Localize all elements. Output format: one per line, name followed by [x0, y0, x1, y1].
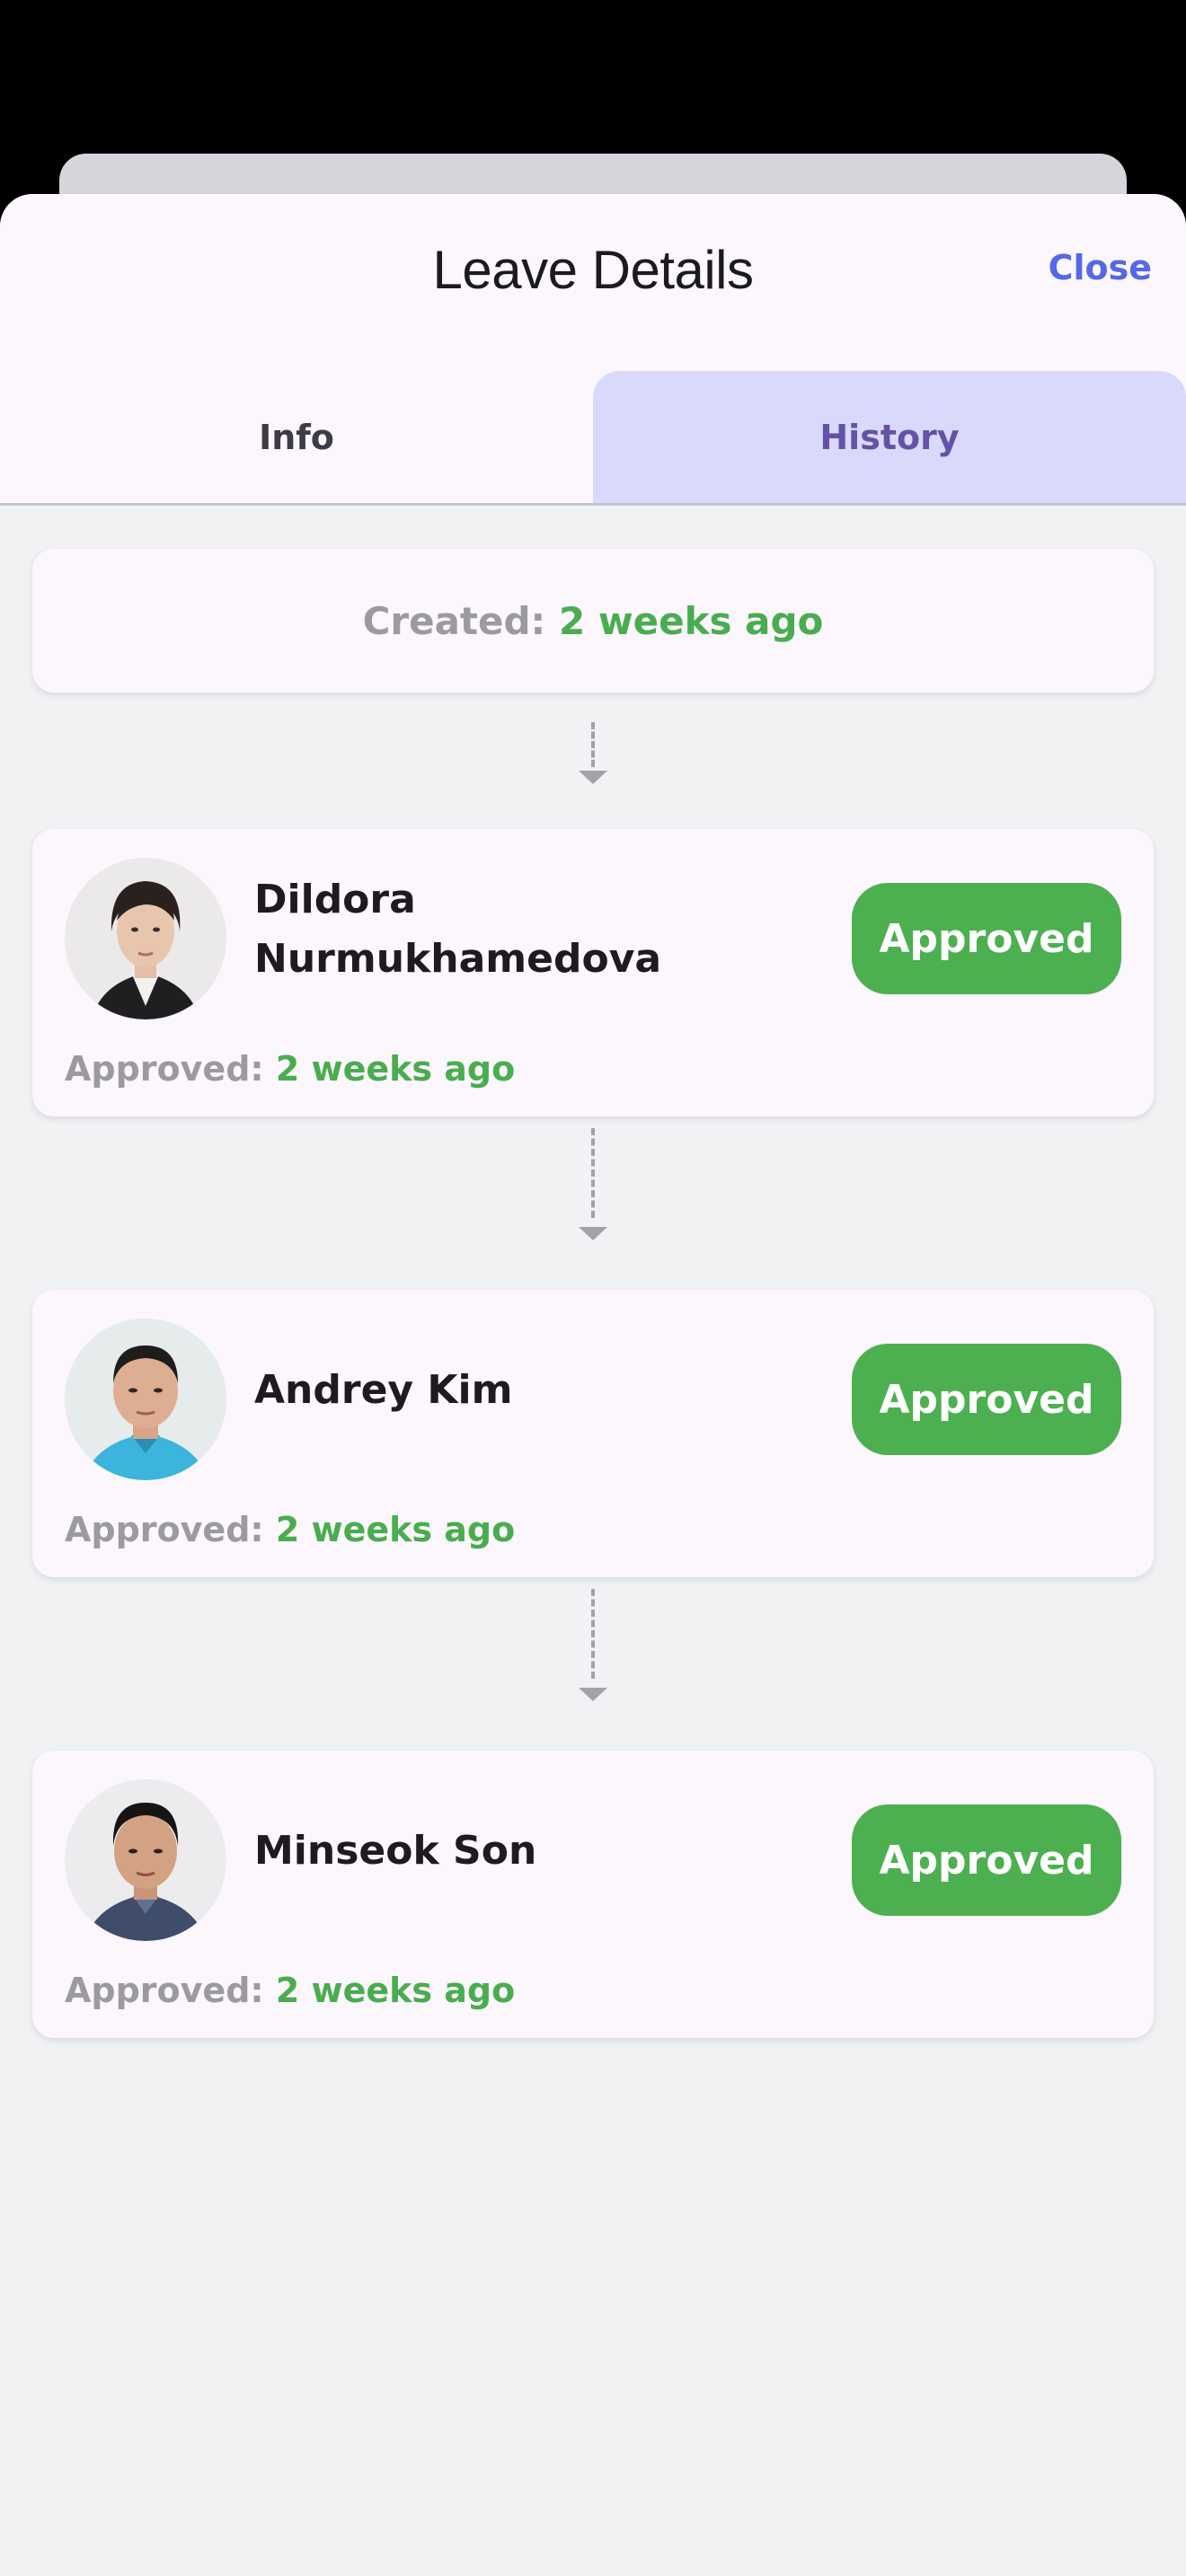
approver-card: Andrey Kim Approved Approved: 2 weeks ag… — [32, 1290, 1154, 1577]
avatar — [65, 1319, 226, 1480]
created-card: Created: 2 weeks ago — [32, 549, 1154, 693]
avatar — [65, 858, 226, 1019]
timeline-connector — [579, 722, 607, 787]
approved-time: Approved: 2 weeks ago — [65, 1049, 515, 1089]
approver-card: Dildora Nurmukhamedova Approved Approved… — [32, 829, 1154, 1116]
arrow-down-icon — [579, 1227, 607, 1240]
tab-history[interactable]: History — [593, 371, 1186, 503]
approver-name-line1: Dildora — [254, 877, 416, 922]
avatar — [65, 1779, 226, 1941]
timeline-connector — [579, 1128, 607, 1240]
close-button[interactable]: Close — [1049, 248, 1152, 287]
approved-label: Approved: — [65, 1049, 264, 1089]
approver-name-line2: Nurmukhamedova — [254, 936, 662, 982]
approver-name: Andrey Kim — [254, 1367, 513, 1413]
approved-value: 2 weeks ago — [275, 1971, 516, 2010]
connector-line — [591, 1589, 598, 1679]
connector-line — [591, 1128, 598, 1218]
created-label: Created: — [362, 598, 546, 643]
sheet-header: Leave Details Close Info History — [0, 194, 1186, 506]
approved-value: 2 weeks ago — [275, 1510, 516, 1549]
arrow-down-icon — [579, 1688, 607, 1701]
approver-card: Minseok Son Approved Approved: 2 weeks a… — [32, 1751, 1154, 2038]
approver-name: Minseok Son — [254, 1828, 537, 1874]
approver-name: Dildora Nurmukhamedova — [254, 870, 661, 989]
approved-label: Approved: — [65, 1971, 264, 2010]
approved-value: 2 weeks ago — [275, 1049, 516, 1089]
created-value: 2 weeks ago — [558, 598, 824, 643]
arrow-down-icon — [579, 771, 607, 784]
tab-bar: Info History — [0, 371, 1186, 503]
approved-time: Approved: 2 weeks ago — [65, 1971, 515, 2010]
leave-details-sheet: Leave Details Close Info History Created… — [0, 194, 1186, 2576]
timeline-connector — [579, 1589, 607, 1701]
tab-info[interactable]: Info — [0, 371, 593, 503]
approved-label: Approved: — [65, 1510, 264, 1549]
page-title: Leave Details — [432, 240, 754, 300]
status-badge[interactable]: Approved — [852, 1804, 1121, 1916]
status-badge[interactable]: Approved — [852, 1344, 1121, 1455]
status-badge[interactable]: Approved — [852, 883, 1121, 994]
approved-time: Approved: 2 weeks ago — [65, 1510, 515, 1549]
connector-line — [591, 722, 598, 767]
tab-divider — [0, 503, 1186, 506]
